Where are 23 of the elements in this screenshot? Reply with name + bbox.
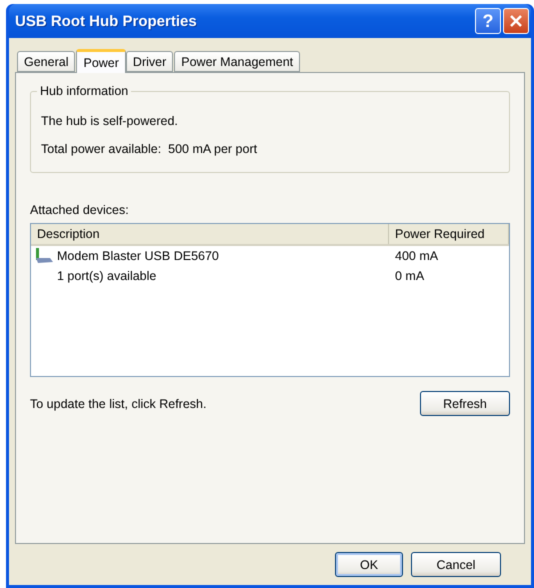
refresh-button[interactable]: Refresh bbox=[420, 391, 510, 416]
info-text: The hub is self-powered. bbox=[41, 114, 179, 128]
hint-text: To update the list, click Refresh. bbox=[30, 396, 206, 410]
cancel-button[interactable]: Cancel bbox=[411, 552, 501, 577]
window-title: USB Root Hub Properties bbox=[15, 12, 198, 30]
column-header[interactable]: Power Required bbox=[389, 224, 509, 244]
close-button[interactable] bbox=[503, 8, 529, 34]
tab[interactable]: Power Management bbox=[174, 51, 300, 72]
ok-button[interactable]: OK bbox=[335, 552, 403, 577]
device-name[interactable]: Modem Blaster USB DE5670 bbox=[57, 249, 219, 263]
modem-icon bbox=[35, 248, 54, 264]
tab[interactable]: Power bbox=[76, 49, 126, 73]
column-header[interactable]: Description bbox=[31, 224, 389, 244]
list-label: Attached devices: bbox=[30, 203, 130, 217]
info-text: Total power available: 500 mA per port bbox=[41, 142, 258, 156]
group-title: Hub information bbox=[37, 84, 132, 98]
help-button[interactable]: ? bbox=[475, 8, 501, 34]
device-name[interactable]: 1 port(s) available bbox=[31, 269, 389, 283]
table-cell-text: 0 mA bbox=[394, 269, 426, 283]
table-cell-text: 400 mA bbox=[394, 249, 440, 263]
close-icon bbox=[509, 14, 523, 28]
tab[interactable]: Driver bbox=[126, 51, 174, 72]
tab[interactable]: General bbox=[17, 51, 76, 72]
